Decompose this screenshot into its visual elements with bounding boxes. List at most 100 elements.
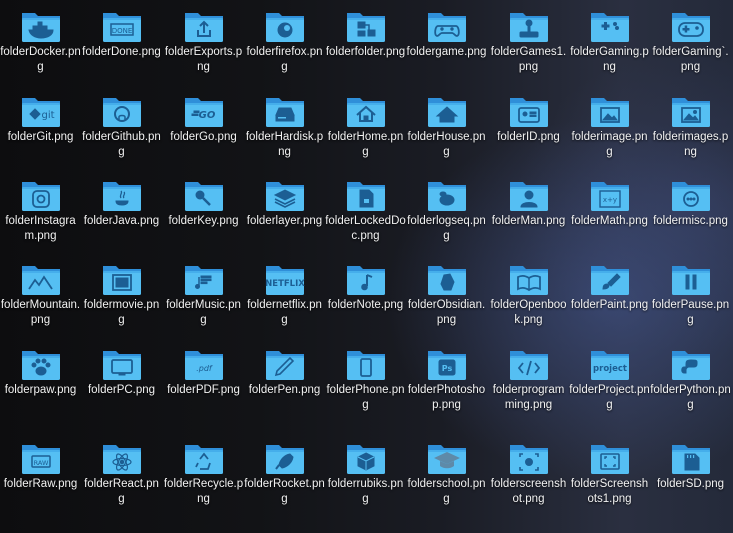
file-name-label: folderReact.png — [84, 478, 159, 505]
file-item[interactable]: folderMan.png — [488, 169, 569, 253]
file-item[interactable]: foldermovie.png — [81, 253, 162, 337]
go-lang-icon: GO — [183, 95, 225, 129]
file-item[interactable]: folderHome.png — [325, 85, 406, 169]
file-item[interactable]: folderNote.png — [325, 253, 406, 337]
file-name-label: folderRecycle.png — [163, 478, 244, 505]
file-item[interactable]: folderlayer.png — [244, 169, 325, 253]
film-icon — [101, 263, 143, 297]
file-item[interactable]: DONE folderDone.png — [81, 0, 162, 84]
file-item[interactable]: folderRocket.png — [244, 432, 325, 516]
file-item[interactable]: folderReact.png — [81, 432, 162, 516]
file-item[interactable]: folderInstagram.png — [0, 169, 81, 253]
file-name-label: folderPython.png — [650, 384, 731, 411]
file-name-label: folderPhone.png — [326, 384, 405, 411]
python-icon — [670, 348, 712, 382]
file-item[interactable]: Ps folderPhotoshop.png — [406, 338, 487, 422]
file-name-label: folderGo.png — [170, 131, 237, 143]
file-item[interactable]: folderfolder.png — [325, 0, 406, 84]
rocket-icon — [264, 442, 306, 476]
file-item[interactable]: project folderProject.png — [569, 338, 650, 422]
file-item[interactable]: NETFLIX foldernetflix.png — [244, 253, 325, 337]
screenshot-camera-icon — [508, 442, 550, 476]
file-item[interactable]: folderHouse.png — [406, 85, 487, 169]
netflix-icon: NETFLIX — [264, 263, 306, 297]
file-item[interactable]: folderPaint.png — [569, 253, 650, 337]
file-name-label: folderPDF.png — [167, 384, 240, 396]
file-item[interactable]: folderJava.png — [81, 169, 162, 253]
file-item[interactable]: folderprogramming.png — [488, 338, 569, 422]
file-item[interactable]: .pdf folderPDF.png — [163, 338, 244, 422]
file-name-label: foldernetflix.png — [247, 299, 322, 326]
file-item[interactable]: folderHardisk.png — [244, 85, 325, 169]
file-item[interactable]: folderimages.png — [650, 85, 731, 169]
code-icon — [508, 348, 550, 382]
file-name-label: folderscreenshot.png — [490, 478, 567, 505]
file-name-label: folderObsidian.png — [407, 299, 486, 326]
file-item[interactable]: folderimage.png — [569, 85, 650, 169]
id-card-icon — [508, 95, 550, 129]
rubiks-cube-icon — [345, 442, 387, 476]
export-upload-icon — [183, 10, 225, 44]
file-item[interactable]: folderrubiks.png — [325, 432, 406, 516]
file-item[interactable]: folderMountain.png — [0, 253, 81, 337]
file-item[interactable]: folderschool.png — [406, 432, 487, 516]
file-item[interactable]: folderGaming`.png — [650, 0, 731, 84]
file-item[interactable]: folderGaming.png — [569, 0, 650, 84]
github-icon — [101, 95, 143, 129]
instagram-icon — [20, 179, 62, 213]
file-name-label: folderPhotoshop.png — [407, 384, 486, 411]
file-item[interactable]: folderSD.png — [650, 432, 731, 516]
file-item[interactable]: folderRecycle.png — [163, 432, 244, 516]
file-item[interactable]: folderKey.png — [163, 169, 244, 253]
file-item[interactable]: folderObsidian.png — [406, 253, 487, 337]
recycle-icon — [183, 442, 225, 476]
folder-tree-icon — [345, 10, 387, 44]
file-item[interactable]: folderPython.png — [650, 338, 731, 422]
file-item[interactable]: folderPC.png — [81, 338, 162, 422]
file-name-label: folderlayer.png — [246, 215, 323, 227]
file-name-label: folderGaming.png — [570, 46, 649, 73]
file-item[interactable]: folderscreenshot.png — [488, 432, 569, 516]
math-icon: x+y — [589, 179, 631, 213]
file-item[interactable]: git folderGit.png — [0, 85, 81, 169]
file-item[interactable]: folderID.png — [488, 85, 569, 169]
file-item[interactable]: foldergame.png — [406, 0, 487, 84]
layers-icon — [264, 179, 306, 213]
file-item[interactable]: folderScreenshots1.png — [569, 432, 650, 516]
java-icon — [101, 179, 143, 213]
file-item[interactable]: folderfirefox.png — [244, 0, 325, 84]
file-item[interactable]: x+y folderMath.png — [569, 169, 650, 253]
file-item[interactable]: folderPen.png — [244, 338, 325, 422]
graduation-cap-icon — [426, 442, 468, 476]
react-icon — [101, 442, 143, 476]
file-name-label: folderRocket.png — [244, 478, 325, 505]
file-name-label: foldermisc.png — [653, 215, 728, 227]
pause-icon — [670, 263, 712, 297]
file-item[interactable]: folderOpenbook.png — [488, 253, 569, 337]
file-item[interactable]: folderlogseq.png — [406, 169, 487, 253]
file-item[interactable]: folderPhone.png — [325, 338, 406, 422]
file-name-label: folderMan.png — [491, 215, 566, 227]
file-name-label: folderGithub.png — [82, 131, 161, 158]
file-item[interactable]: folderGithub.png — [81, 85, 162, 169]
file-name-label: folderSD.png — [656, 478, 725, 490]
file-item[interactable]: folderGames1.png — [488, 0, 569, 84]
file-item[interactable]: folderMusic.png — [163, 253, 244, 337]
pen-icon — [264, 348, 306, 382]
file-name-label: folderID.png — [497, 131, 560, 143]
file-item[interactable]: folderDocker.png — [0, 0, 81, 84]
file-item[interactable]: GO folderGo.png — [163, 85, 244, 169]
svg-text:GO: GO — [199, 110, 216, 121]
svg-text:project: project — [593, 364, 627, 374]
file-item[interactable]: foldermisc.png — [650, 169, 731, 253]
svg-text:git: git — [41, 110, 54, 121]
file-item[interactable]: folderpaw.png — [0, 338, 81, 422]
file-name-label: folderimage.png — [571, 131, 648, 158]
file-item[interactable]: folderLockedDoc.png — [325, 169, 406, 253]
file-item[interactable]: folderExports.png — [163, 0, 244, 84]
image-icon — [589, 95, 631, 129]
file-item[interactable]: RAW folderRaw.png — [0, 432, 81, 516]
file-name-label: folderOpenbook.png — [490, 299, 567, 326]
file-name-label: folderHardisk.png — [245, 131, 324, 158]
file-item[interactable]: folderPause.png — [650, 253, 731, 337]
